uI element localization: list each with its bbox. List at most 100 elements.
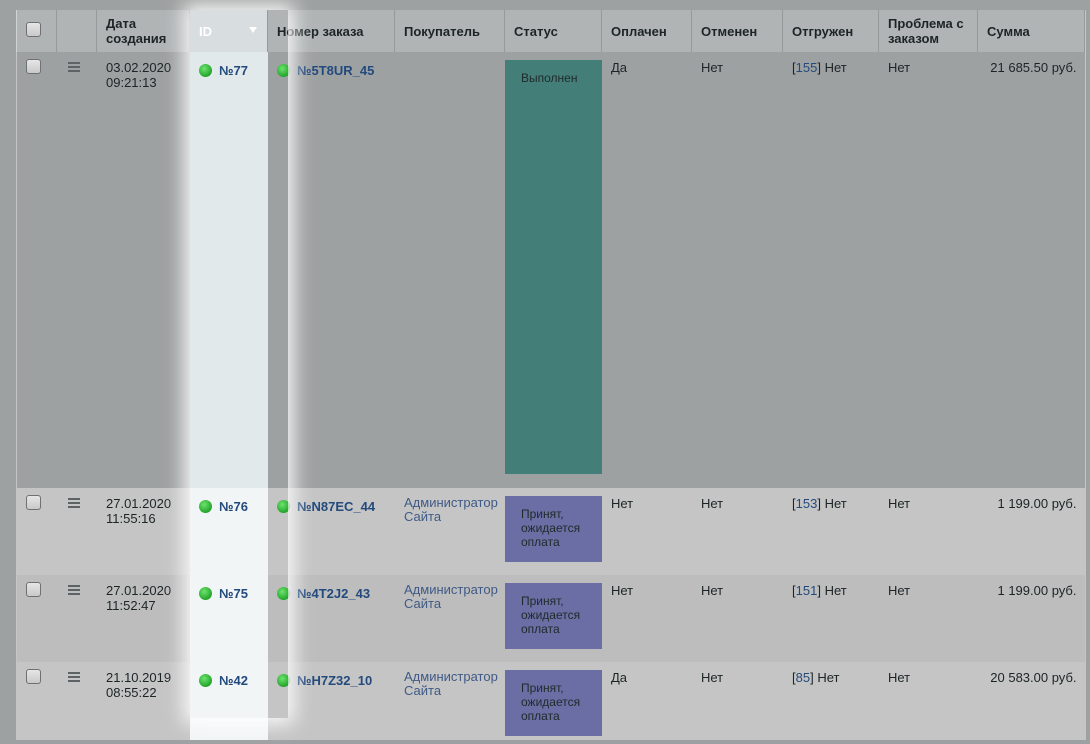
status-cell: Выполнен	[504, 52, 602, 488]
created-time: 11:52:47	[106, 598, 156, 613]
buyer-cell: Администратор Сайта	[394, 662, 505, 740]
created-date: 27.01.2020	[106, 583, 172, 598]
row-menu-cell[interactable]	[56, 488, 97, 575]
menu-icon[interactable]	[68, 62, 80, 74]
menu-icon[interactable]	[68, 585, 80, 597]
id-cell: №77	[189, 52, 268, 488]
row-select-cell[interactable]	[16, 488, 57, 575]
status-badge: Выполнен	[505, 60, 602, 474]
paid-cell: Да	[601, 52, 692, 488]
row-select-cell[interactable]	[16, 575, 57, 662]
buyer-name-line1: Администратор	[404, 495, 498, 510]
status-cell: Принят, ожидается оплата	[504, 662, 602, 740]
menu-icon[interactable]	[68, 672, 80, 684]
order-number-cell: №4T2J2_43	[267, 575, 395, 662]
green-dot-icon	[277, 500, 290, 514]
table-row[interactable]: 03.02.2020 09:21:13 №77 №5T8UR_45 Выполне…	[16, 52, 1085, 488]
shipment-link[interactable]: 151	[796, 583, 818, 598]
row-select-cell[interactable]	[16, 52, 57, 488]
problem-cell: Нет	[878, 662, 978, 740]
row-checkbox[interactable]	[26, 59, 41, 74]
status-badge: Принят, ожидается оплата	[505, 496, 602, 562]
sum-cell: 1 199.00 руб.	[977, 488, 1085, 575]
column-header-sum[interactable]: Сумма	[977, 10, 1085, 52]
order-number-link[interactable]: №N87EC_44	[297, 499, 375, 514]
row-menu-cell[interactable]	[56, 575, 97, 662]
orders-table-frame: Дата создания ID Номер заказа Покупатель…	[16, 10, 1086, 740]
row-checkbox[interactable]	[26, 495, 41, 510]
order-number-link[interactable]: №H7Z32_10	[297, 673, 372, 688]
problem-cell: Нет	[878, 575, 978, 662]
column-header-status[interactable]: Статус	[504, 10, 602, 52]
sort-desc-icon[interactable]	[249, 27, 257, 33]
buyer-cell: Администратор Сайта	[394, 488, 505, 575]
row-select-cell[interactable]	[16, 662, 57, 740]
order-number-link[interactable]: №5T8UR_45	[297, 63, 374, 78]
table-row[interactable]: 21.10.2019 08:55:22 №42 №H7Z32_10 Админис…	[16, 662, 1085, 740]
order-id-link[interactable]: №77	[219, 63, 248, 78]
canceled-cell: Нет	[691, 662, 783, 740]
green-dot-icon	[277, 587, 290, 601]
order-id-link[interactable]: №42	[219, 673, 248, 688]
shipped-cell: [155] Нет	[782, 52, 879, 488]
row-menu-cell[interactable]	[56, 52, 97, 488]
table-row[interactable]: 27.01.2020 11:55:16 №76 №N87EC_44 Админис…	[16, 488, 1085, 575]
green-dot-icon	[199, 500, 212, 514]
buyer-link[interactable]	[404, 60, 495, 74]
id-cell: №42	[189, 662, 268, 740]
select-all-checkbox[interactable]	[26, 22, 41, 37]
column-header-problem[interactable]: Проблема с заказом	[878, 10, 978, 52]
status-cell: Принят, ожидается оплата	[504, 488, 602, 575]
buyer-name-line2: Сайта	[404, 596, 442, 611]
shipped-cell: [85] Нет	[782, 662, 879, 740]
column-header-shipped[interactable]: Отгружен	[782, 10, 879, 52]
shipment-link[interactable]: 85	[796, 670, 810, 685]
id-cell: №75	[189, 575, 268, 662]
table-row[interactable]: 27.01.2020 11:52:47 №75 №4T2J2_43 Админис…	[16, 575, 1085, 662]
green-dot-icon	[199, 674, 212, 688]
buyer-name-line2: Сайта	[404, 683, 442, 698]
column-header-buyer[interactable]: Покупатель	[394, 10, 505, 52]
shipment-link[interactable]: 155	[796, 60, 818, 75]
id-cell: №76	[189, 488, 268, 575]
shipped-cell: [153] Нет	[782, 488, 879, 575]
order-id-link[interactable]: №76	[219, 499, 248, 514]
buyer-cell	[394, 52, 505, 488]
column-header-id[interactable]: ID	[189, 10, 268, 52]
shipment-link[interactable]: 153	[796, 496, 818, 511]
order-number-cell: №N87EC_44	[267, 488, 395, 575]
column-header-paid[interactable]: Оплачен	[601, 10, 692, 52]
canceled-cell: Нет	[691, 488, 783, 575]
order-number-cell: №5T8UR_45	[267, 52, 395, 488]
buyer-name-line1: Администратор	[404, 669, 498, 684]
order-number-link[interactable]: №4T2J2_43	[297, 586, 370, 601]
buyer-link[interactable]: Администратор Сайта	[404, 669, 498, 698]
column-header-canceled[interactable]: Отменен	[691, 10, 783, 52]
created-cell: 27.01.2020 11:52:47	[96, 575, 190, 662]
column-header-created[interactable]: Дата создания	[96, 10, 190, 52]
menu-header	[56, 10, 97, 52]
problem-cell: Нет	[878, 488, 978, 575]
order-id-link[interactable]: №75	[219, 586, 248, 601]
problem-cell: Нет	[878, 52, 978, 488]
canceled-cell: Нет	[691, 575, 783, 662]
row-menu-cell[interactable]	[56, 662, 97, 740]
shipped-value: Нет	[824, 496, 847, 511]
sum-cell: 1 199.00 руб.	[977, 575, 1085, 662]
row-checkbox[interactable]	[26, 669, 41, 684]
shipped-cell: [151] Нет	[782, 575, 879, 662]
buyer-link[interactable]: Администратор Сайта	[404, 583, 498, 611]
table-header-row: Дата создания ID Номер заказа Покупатель…	[16, 10, 1085, 52]
column-header-order-number[interactable]: Номер заказа	[267, 10, 395, 52]
orders-table: Дата создания ID Номер заказа Покупатель…	[16, 10, 1085, 740]
canceled-cell: Нет	[691, 52, 783, 488]
paid-cell: Нет	[601, 488, 692, 575]
sum-cell: 21 685.50 руб.	[977, 52, 1085, 488]
row-checkbox[interactable]	[26, 582, 41, 597]
buyer-cell: Администратор Сайта	[394, 575, 505, 662]
green-dot-icon	[199, 64, 212, 78]
menu-icon[interactable]	[68, 498, 80, 510]
select-all-header[interactable]	[16, 10, 57, 52]
buyer-link[interactable]: Администратор Сайта	[404, 495, 498, 524]
created-date: 21.10.2019	[106, 670, 172, 685]
